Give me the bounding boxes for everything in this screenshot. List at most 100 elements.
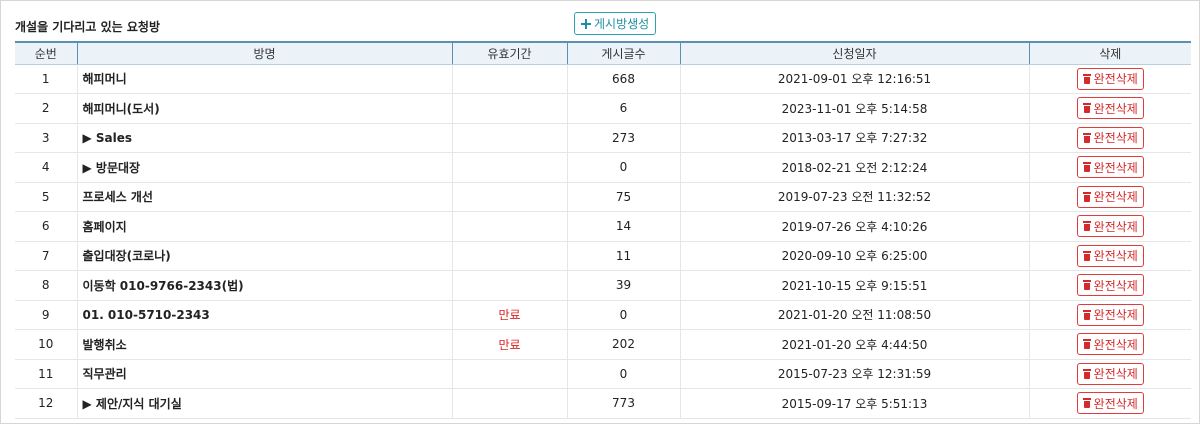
- delete-button[interactable]: 완전삭제: [1076, 126, 1144, 149]
- validity: [451, 123, 567, 153]
- post-count: 75: [566, 182, 680, 212]
- trash-icon: [1082, 368, 1091, 379]
- request-date: 2015-09-17 오후 5:51:13: [679, 388, 1029, 419]
- post-count: 668: [566, 64, 680, 94]
- validity: [451, 64, 567, 94]
- delete-cell: 완전삭제: [1028, 211, 1191, 242]
- validity: [451, 182, 567, 212]
- delete-label: 완전삭제: [1093, 337, 1138, 352]
- plus-icon: [581, 18, 591, 29]
- request-date: 2021-09-01 오후 12:16:51: [679, 64, 1029, 94]
- column-header-posts: 게시글수: [566, 42, 680, 65]
- validity: 만료: [451, 300, 567, 330]
- column-header-delete: 삭제: [1028, 42, 1191, 65]
- validity: [451, 270, 567, 301]
- delete-label: 완전삭제: [1093, 367, 1138, 382]
- delete-button[interactable]: 완전삭제: [1076, 392, 1144, 415]
- table-row[interactable]: 5 프로세스 개선 75 2019-07-23 오전 11:32:52 완전삭제: [15, 182, 1191, 212]
- request-date: 2021-10-15 오후 9:15:51: [679, 270, 1029, 301]
- delete-cell: 완전삭제: [1028, 64, 1191, 94]
- row-number: 6: [15, 211, 77, 242]
- room-name: 홈페이지: [76, 211, 452, 242]
- table-row[interactable]: 10 발행취소 만료 202 2021-01-20 오후 4:44:50 완전삭제: [15, 329, 1191, 360]
- delete-cell: 완전삭제: [1028, 359, 1191, 389]
- delete-button[interactable]: 완전삭제: [1076, 215, 1144, 238]
- trash-icon: [1082, 339, 1091, 350]
- room-name: 해피머니: [76, 64, 452, 94]
- delete-cell: 완전삭제: [1028, 93, 1191, 124]
- delete-label: 완전삭제: [1093, 308, 1138, 323]
- validity: [451, 211, 567, 242]
- delete-button[interactable]: 완전삭제: [1076, 185, 1144, 208]
- trash-icon: [1082, 250, 1091, 261]
- table-row[interactable]: 7 출입대장(코로나) 11 2020-09-10 오후 6:25:00 완전삭제: [15, 241, 1191, 271]
- delete-cell: 완전삭제: [1028, 270, 1191, 301]
- column-header-no: 순번: [15, 42, 77, 65]
- row-number: 4: [15, 152, 77, 183]
- delete-button[interactable]: 완전삭제: [1076, 67, 1144, 90]
- table-row[interactable]: 9 01. 010-5710-2343 만료 0 2021-01-20 오전 11:08…: [15, 300, 1191, 330]
- trash-icon: [1082, 132, 1091, 143]
- delete-cell: 완전삭제: [1028, 123, 1191, 153]
- trash-icon: [1082, 280, 1091, 291]
- post-count: 273: [566, 123, 680, 153]
- table-row[interactable]: 11 직무관리 0 2015-07-23 오후 12:31:59 완전삭제: [15, 359, 1191, 389]
- delete-label: 완전삭제: [1093, 101, 1138, 116]
- room-name: 출입대장(코로나): [76, 241, 452, 271]
- table-row[interactable]: 1 해피머니 668 2021-09-01 오후 12:16:51 완전삭제: [15, 64, 1191, 94]
- column-header-date: 신청일자: [679, 42, 1029, 65]
- table-row[interactable]: 4 ▶ 방문대장 0 2018-02-21 오전 2:12:24 완전삭제: [15, 152, 1191, 183]
- trash-icon: [1082, 191, 1091, 202]
- delete-cell: 완전삭제: [1028, 241, 1191, 271]
- panel: 개설을 기다리고 있는 요청방 게시방생성 순번 방명 유효기간 게시글수 신청…: [0, 0, 1200, 424]
- row-number: 2: [15, 93, 77, 124]
- table-row[interactable]: 3 ▶ Sales 273 2013-03-17 오후 7:27:32 완전삭제: [15, 123, 1191, 153]
- table-row[interactable]: 12 ▶ 제안/지식 대기실 773 2015-09-17 오후 5:51:13 완전삭…: [15, 388, 1191, 419]
- post-count: 6: [566, 93, 680, 124]
- room-name: 01. 010-5710-2343: [76, 300, 452, 330]
- delete-button[interactable]: 완전삭제: [1076, 333, 1144, 356]
- delete-button[interactable]: 완전삭제: [1076, 244, 1144, 267]
- post-count: 0: [566, 359, 680, 389]
- row-number: 5: [15, 182, 77, 212]
- room-name: ▶ 방문대장: [76, 152, 452, 183]
- delete-button[interactable]: 완전삭제: [1076, 362, 1144, 385]
- room-name: 프로세스 개선: [76, 182, 452, 212]
- row-number: 3: [15, 123, 77, 153]
- post-count: 0: [566, 300, 680, 330]
- delete-cell: 완전삭제: [1028, 388, 1191, 419]
- request-date: 2023-11-01 오후 5:14:58: [679, 93, 1029, 124]
- trash-icon: [1082, 398, 1091, 409]
- room-name: 발행취소: [76, 329, 452, 360]
- trash-icon: [1082, 162, 1091, 173]
- delete-cell: 완전삭제: [1028, 152, 1191, 183]
- row-number: 8: [15, 270, 77, 301]
- delete-label: 완전삭제: [1093, 190, 1138, 205]
- trash-icon: [1082, 73, 1091, 84]
- delete-button[interactable]: 완전삭제: [1076, 156, 1144, 179]
- create-board-button[interactable]: 게시방생성: [574, 12, 657, 35]
- room-name: 이동학 010-9766-2343(법): [76, 270, 452, 301]
- table-row[interactable]: 2 해피머니(도서) 6 2023-11-01 오후 5:14:58 완전삭제: [15, 93, 1191, 124]
- request-date: 2013-03-17 오후 7:27:32: [679, 123, 1029, 153]
- request-date: 2019-07-23 오전 11:32:52: [679, 182, 1029, 212]
- post-count: 39: [566, 270, 680, 301]
- delete-label: 완전삭제: [1093, 131, 1138, 146]
- delete-button[interactable]: 완전삭제: [1076, 97, 1144, 120]
- room-name: 직무관리: [76, 359, 452, 389]
- validity: 만료: [451, 329, 567, 360]
- column-header-name: 방명: [76, 42, 452, 65]
- trash-icon: [1082, 103, 1091, 114]
- delete-button[interactable]: 완전삭제: [1076, 274, 1144, 297]
- request-rooms-table: 순번 방명 유효기간 게시글수 신청일자 삭제 1 해피머니 668 2021-09-…: [15, 41, 1191, 419]
- delete-label: 완전삭제: [1093, 219, 1138, 234]
- delete-cell: 완전삭제: [1028, 329, 1191, 360]
- row-number: 7: [15, 241, 77, 271]
- page-title: 개설을 기다리고 있는 요청방: [15, 20, 161, 34]
- table-row[interactable]: 6 홈페이지 14 2019-07-26 오후 4:10:26 완전삭제: [15, 211, 1191, 242]
- post-count: 202: [566, 329, 680, 360]
- row-number: 12: [15, 388, 77, 419]
- table-row[interactable]: 8 이동학 010-9766-2343(법) 39 2021-10-15 오후 9:1…: [15, 270, 1191, 301]
- request-date: 2020-09-10 오후 6:25:00: [679, 241, 1029, 271]
- delete-button[interactable]: 완전삭제: [1076, 303, 1144, 326]
